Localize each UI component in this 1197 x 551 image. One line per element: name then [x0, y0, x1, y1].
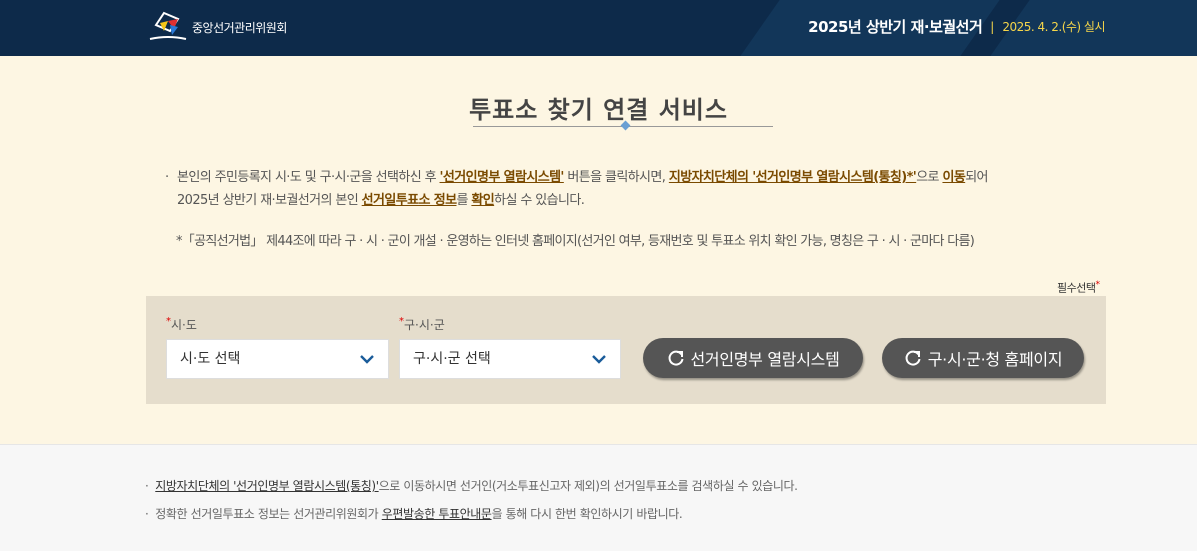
- desc-emphasis: 확인: [471, 193, 495, 208]
- footer-note: · 지방자치단체의 '선거인명부 열람시스템(통칭)'으로 이동하시면 선거인(…: [145, 477, 798, 494]
- election-info: 2025년 상반기 재·보궐선거 | 2025. 4. 2.(수) 실시: [808, 16, 1105, 37]
- footer-note: · 정확한 선거일투표소 정보는 선거관리위원회가 우편발송한 투표안내문을 통…: [145, 505, 683, 522]
- desc-emphasis: '선거인명부 열람시스템': [439, 170, 565, 185]
- service-description: · 본인의 주민등록지 시·도 및 구·시·군을 선택하신 후 '선거인명부 열…: [165, 166, 1095, 212]
- required-mark: *: [1095, 279, 1100, 290]
- election-title: 2025년 상반기 재·보궐선거: [808, 18, 983, 36]
- desc-text: 2025년 상반기 재·보궐선거의 본인: [177, 193, 362, 208]
- desc-text: 를: [456, 193, 472, 208]
- gusigun-select[interactable]: 구·시·군 선택: [399, 339, 621, 379]
- desc-text: 으로: [916, 170, 943, 185]
- required-legend: 필수선택*: [1057, 279, 1100, 296]
- voter-registry-button[interactable]: 선거인명부 열람시스템: [643, 338, 863, 378]
- desc-emphasis: 선거일투표소 정보: [361, 193, 457, 208]
- desc-text: 되어: [965, 170, 988, 185]
- sido-label-text: 시·도: [171, 318, 197, 332]
- sido-select[interactable]: 시·도 선택: [166, 339, 389, 379]
- election-date: 2025. 4. 2.(수) 실시: [1002, 20, 1105, 34]
- district-homepage-button-label: 구·시·군·청 홈페이지: [927, 350, 1063, 369]
- gusigun-label: *구·시·군: [399, 316, 445, 333]
- desc-text: 본인의 주민등록지 시·도 및 구·시·군을 선택하신 후: [177, 170, 440, 185]
- search-panel: *시·도 시·도 선택 *구·시·군 구·시·군 선택 선거인명부 열람시스템 …: [146, 296, 1106, 404]
- refresh-icon: [905, 350, 921, 366]
- district-homepage-button[interactable]: 구·시·군·청 홈페이지: [882, 338, 1084, 378]
- chevron-down-icon: [592, 355, 606, 364]
- separator: |: [990, 19, 995, 34]
- bullet: ·: [145, 507, 149, 521]
- required-label: 필수선택: [1057, 281, 1096, 295]
- footer-note-text: 정확한 선거일투표소 정보는 선거관리위원회가: [155, 507, 382, 521]
- desc-text: 버튼을 클릭하시면,: [563, 170, 669, 185]
- footer-note-text: 을 통해 다시 한번 확인하시기 바랍니다.: [491, 507, 683, 521]
- footer-notes: · 지방자치단체의 '선거인명부 열람시스템(통칭)'으로 이동하시면 선거인(…: [0, 444, 1197, 551]
- nec-logo-icon: [149, 11, 187, 40]
- desc-text: 하실 수 있습니다.: [494, 193, 585, 208]
- desc-emphasis: 지방자치단체의 '선거인명부 열람시스템(통칭)*': [668, 170, 917, 185]
- sido-label: *시·도: [166, 316, 197, 333]
- voting-guide-link[interactable]: 우편발송한 투표안내문: [382, 507, 492, 521]
- gusigun-label-text: 구·시·군: [404, 318, 445, 332]
- page-title: 투표소 찾기 연결 서비스: [469, 96, 728, 124]
- org-name: 중앙선거관리위원회: [192, 20, 287, 35]
- law-note: *「공직선거법」 제44조에 따라 구 · 시 · 군이 개설 · 운영하는 인…: [176, 234, 975, 249]
- desc-emphasis: 이동: [942, 170, 966, 185]
- bullet: ·: [165, 170, 169, 185]
- site-header: 중앙선거관리위원회 2025년 상반기 재·보궐선거 | 2025. 4. 2.…: [0, 0, 1197, 56]
- nec-logo[interactable]: 중앙선거관리위원회: [148, 11, 287, 43]
- bullet: ·: [145, 479, 149, 493]
- refresh-icon: [668, 350, 683, 366]
- voter-registry-button-label: 선거인명부 열람시스템: [690, 350, 840, 369]
- chevron-down-icon: [360, 355, 374, 364]
- gusigun-select-value: 구·시·군 선택: [413, 351, 491, 367]
- registry-system-link[interactable]: 지방자치단체의 '선거인명부 열람시스템(통칭)': [155, 479, 379, 493]
- footer-note-text: 으로 이동하시면 선거인(거소투표신고자 제외)의 선거일투표소를 검색하실 수…: [378, 479, 798, 493]
- sido-select-value: 시·도 선택: [180, 351, 241, 367]
